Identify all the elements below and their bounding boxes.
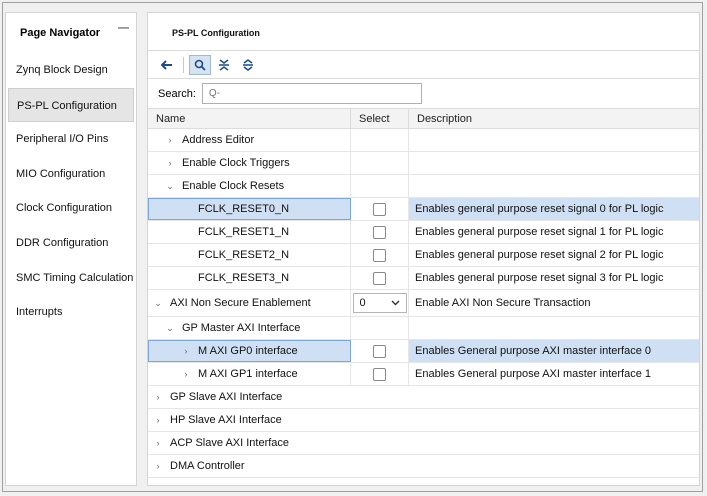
toolbar-separator [183, 56, 184, 73]
nav-item-ddr-configuration[interactable]: DDR Configuration [8, 226, 134, 261]
nav-item-peripheral-io-pins[interactable]: Peripheral I/O Pins [8, 122, 134, 157]
table-row[interactable]: › Address Editor [148, 129, 699, 152]
row-name: M AXI GP1 interface [198, 368, 298, 380]
chevron-down-icon[interactable]: ⌄ [164, 323, 176, 334]
select-checkbox[interactable] [373, 225, 386, 239]
table-header: Name Select Description [148, 109, 699, 129]
select-checkbox[interactable] [373, 202, 386, 216]
chevron-right-icon[interactable]: › [152, 415, 164, 425]
row-name: HP Slave AXI Interface [170, 414, 282, 426]
row-description: Enables General purpose AXI master inter… [409, 340, 699, 362]
collapse-all-icon[interactable] [213, 55, 235, 75]
minimize-icon[interactable]: — [118, 23, 129, 34]
search-icon[interactable] [189, 54, 211, 75]
search-label: Search: [158, 87, 196, 100]
row-name: AXI Non Secure Enablement [170, 297, 311, 309]
table-row[interactable]: FCLK_RESET2_N Enables general purpose re… [148, 244, 699, 267]
row-description: Enables General purpose AXI master inter… [415, 368, 652, 380]
table-row[interactable]: › ACP Slave AXI Interface [148, 432, 699, 455]
expand-all-icon[interactable] [237, 55, 259, 75]
table-row[interactable]: ⌄ GP Master AXI Interface [148, 317, 699, 340]
table-row[interactable]: › HP Slave AXI Interface [148, 409, 699, 432]
chevron-right-icon[interactable]: › [152, 461, 164, 471]
chevron-right-icon[interactable]: › [152, 392, 164, 402]
configuration-tree-table: Name Select Description › Address Editor… [148, 109, 699, 478]
navigator-header: Page Navigator — [6, 13, 136, 53]
nav-item-mio-configuration[interactable]: MIO Configuration [8, 157, 134, 192]
back-arrow-icon[interactable] [156, 55, 178, 75]
nav-item-smc-timing-calculation[interactable]: SMC Timing Calculation [8, 261, 134, 296]
nav-item-ps-pl-configuration[interactable]: PS-PL Configuration [8, 87, 134, 123]
toolbar [148, 51, 699, 79]
dropdown-value: 0 [359, 297, 366, 309]
table-row[interactable]: › GP Slave AXI Interface [148, 386, 699, 409]
select-checkbox[interactable] [373, 271, 386, 285]
table-row[interactable]: ⌄ AXI Non Secure Enablement 0 Enable AXI… [148, 290, 699, 317]
nav-item-zynq-block-design[interactable]: Zynq Block Design [8, 53, 134, 88]
row-name: Enable Clock Triggers [182, 157, 290, 169]
row-description: Enables general purpose reset signal 0 f… [409, 198, 699, 220]
navigator-list: Zynq Block Design PS-PL Configuration Pe… [6, 53, 136, 330]
row-name: FCLK_RESET1_N [198, 226, 290, 238]
search-row: Search: [148, 79, 699, 109]
nav-item-interrupts[interactable]: Interrupts [8, 295, 134, 330]
row-name: DMA Controller [170, 460, 245, 472]
chevron-down-icon [391, 298, 400, 308]
chevron-right-icon[interactable]: › [164, 135, 176, 145]
table-row[interactable]: › Enable Clock Triggers [148, 152, 699, 175]
select-checkbox[interactable] [373, 248, 386, 262]
nav-item-clock-configuration[interactable]: Clock Configuration [8, 191, 134, 226]
table-row[interactable]: FCLK_RESET3_N Enables general purpose re… [148, 267, 699, 290]
row-name: FCLK_RESET0_N [198, 203, 290, 215]
row-description: Enable AXI Non Secure Transaction [415, 297, 591, 309]
row-name: FCLK_RESET2_N [198, 249, 290, 261]
column-header-select[interactable]: Select [351, 109, 409, 128]
chevron-right-icon[interactable]: › [180, 369, 192, 379]
row-name: FCLK_RESET3_N [198, 272, 290, 284]
column-header-description[interactable]: Description [409, 109, 699, 128]
table-row[interactable]: › DMA Controller [148, 455, 699, 478]
row-name: Enable Clock Resets [182, 180, 285, 192]
row-name: GP Master AXI Interface [182, 322, 301, 334]
row-description: Enables general purpose reset signal 1 f… [415, 226, 664, 238]
navigator-title: Page Navigator [20, 27, 101, 39]
page-title: PS-PL Configuration [148, 13, 699, 51]
table-row[interactable]: FCLK_RESET1_N Enables general purpose re… [148, 221, 699, 244]
row-name: M AXI GP0 interface [198, 345, 298, 357]
column-header-name[interactable]: Name [148, 109, 351, 128]
table-row[interactable]: › M AXI GP0 interface Enables General pu… [148, 340, 699, 363]
table-row[interactable]: › M AXI GP1 interface Enables General pu… [148, 363, 699, 386]
row-name: ACP Slave AXI Interface [170, 437, 290, 449]
chevron-right-icon[interactable]: › [164, 158, 176, 168]
select-checkbox[interactable] [373, 367, 386, 381]
page-navigator: Page Navigator — Zynq Block Design PS-PL… [5, 12, 137, 486]
select-checkbox[interactable] [373, 344, 386, 358]
row-name: Address Editor [182, 134, 255, 146]
chevron-down-icon[interactable]: ⌄ [164, 181, 176, 192]
row-description: Enables general purpose reset signal 2 f… [415, 249, 664, 261]
ps-pl-configuration-panel: PS-PL Configuration Search: Name Select … [147, 12, 700, 486]
search-input[interactable] [208, 88, 399, 99]
chevron-right-icon[interactable]: › [180, 346, 192, 356]
chevron-right-icon[interactable]: › [152, 438, 164, 448]
chevron-down-icon[interactable]: ⌄ [152, 298, 164, 309]
row-description: Enables general purpose reset signal 3 f… [415, 272, 664, 284]
search-field[interactable] [201, 83, 422, 104]
table-row[interactable]: FCLK_RESET0_N Enables general purpose re… [148, 198, 699, 221]
row-name: GP Slave AXI Interface [170, 391, 283, 403]
table-row[interactable]: ⌄ Enable Clock Resets [148, 175, 699, 198]
axi-non-secure-dropdown[interactable]: 0 [352, 293, 407, 313]
